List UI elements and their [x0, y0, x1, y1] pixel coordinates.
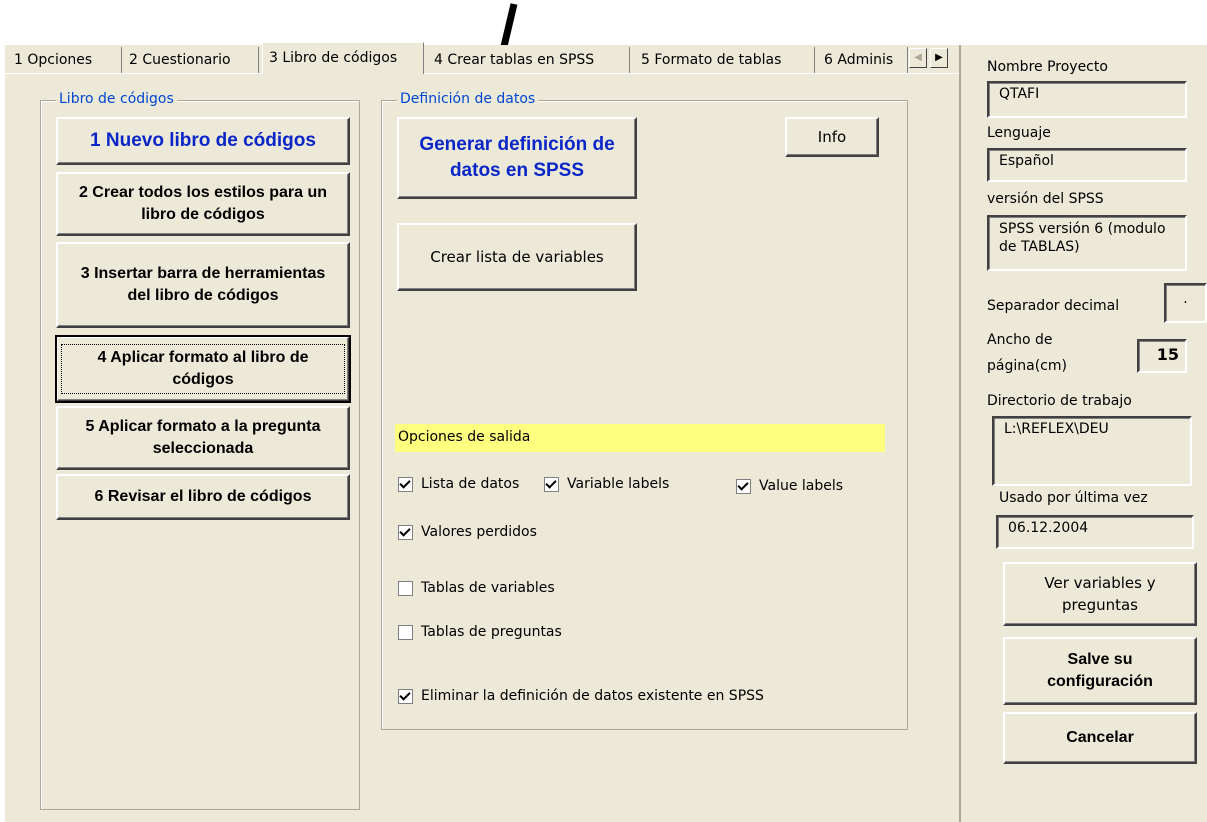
checkbox-label: Variable labels: [567, 476, 670, 492]
save-configuration-button[interactable]: Salve su configuración: [1003, 637, 1197, 705]
cancel-button[interactable]: Cancelar: [1003, 712, 1197, 764]
review-codebook-button[interactable]: 6 Revisar el libro de códigos: [56, 474, 350, 520]
last-used-label: Usado por última vez: [999, 490, 1148, 506]
tab-scroll-right-button[interactable]: ▶: [930, 48, 948, 68]
decimal-separator-label: Separador decimal: [987, 298, 1120, 314]
project-name-label: Nombre Proyecto: [987, 59, 1108, 75]
checkbox-box: [398, 624, 413, 640]
data-definition-legend: Definición de datos: [397, 91, 539, 107]
checkbox-label: Eliminar la definición de datos existent…: [421, 688, 764, 704]
variable-tables-checkbox[interactable]: Tablas de variables: [398, 580, 555, 596]
info-button[interactable]: Info: [785, 117, 879, 157]
apply-format-question-button[interactable]: 5 Aplicar formato a la pregunta seleccio…: [56, 406, 350, 470]
tab-crear-tablas[interactable]: 4 Crear tablas en SPSS: [428, 47, 630, 73]
checkbox-box: [398, 524, 413, 540]
checkbox-label: Tablas de preguntas: [421, 624, 562, 640]
apply-format-codebook-label: 4 Aplicar formato al libro de códigos: [61, 344, 345, 394]
insert-toolbar-button[interactable]: 3 Insertar barra de herramientas del lib…: [56, 242, 350, 328]
checkbox-box: [736, 478, 751, 494]
project-name-field[interactable]: QTAFI: [987, 81, 1187, 118]
last-used-field[interactable]: 06.12.2004: [996, 515, 1194, 549]
spss-version-field[interactable]: SPSS versión 6 (modulo de TABLAS): [987, 215, 1187, 271]
new-codebook-button[interactable]: 1 Nuevo libro de códigos: [56, 117, 350, 165]
checkbox-label: Tablas de variables: [421, 580, 555, 596]
tab-scroll-left-button[interactable]: ◀: [909, 48, 927, 68]
view-variables-questions-button[interactable]: Ver variables y preguntas: [1003, 562, 1197, 626]
tab-opciones[interactable]: 1 Opciones: [8, 47, 122, 73]
tab-libro-de-codigos[interactable]: 3 Libro de códigos: [262, 42, 424, 74]
question-tables-checkbox[interactable]: Tablas de preguntas: [398, 624, 562, 640]
tab-cuestionario[interactable]: 2 Cuestionario: [123, 47, 259, 73]
checkbox-box: [398, 580, 413, 596]
missing-values-checkbox[interactable]: Valores perdidos: [398, 524, 537, 540]
page-width-label-line2: página(cm): [987, 358, 1067, 374]
variable-labels-checkbox[interactable]: Variable labels: [544, 476, 669, 492]
create-variable-list-button[interactable]: Crear lista de variables: [397, 223, 637, 291]
page-width-field[interactable]: 15: [1137, 339, 1187, 373]
checkbox-label: Lista de datos: [421, 476, 520, 492]
create-styles-button[interactable]: 2 Crear todos los estilos para un libro …: [56, 172, 350, 236]
spss-version-label: versión del SPSS: [987, 191, 1104, 207]
tab-line: [5, 73, 959, 74]
checkbox-box: [398, 476, 413, 492]
codebook-group-legend: Libro de códigos: [56, 91, 177, 107]
apply-format-codebook-button[interactable]: 4 Aplicar formato al libro de códigos: [55, 335, 351, 403]
tab-formato-tablas[interactable]: 5 Formato de tablas: [635, 47, 815, 73]
working-directory-label: Directorio de trabajo: [987, 393, 1132, 409]
tab-adminis[interactable]: 6 Adminis: [818, 47, 908, 73]
checkbox-label: Value labels: [759, 478, 844, 494]
language-label: Lenguaje: [987, 125, 1051, 141]
checkbox-box: [398, 688, 413, 704]
checkbox-box: [544, 476, 559, 492]
generate-data-definition-button[interactable]: Generar definición de datos en SPSS: [397, 117, 637, 199]
language-field[interactable]: Español: [987, 148, 1187, 182]
working-directory-field[interactable]: L:\REFLEX\DEU: [992, 416, 1192, 486]
delete-existing-definition-checkbox[interactable]: Eliminar la definición de datos existent…: [398, 688, 764, 704]
decimal-separator-field[interactable]: .: [1164, 283, 1207, 323]
data-list-checkbox[interactable]: Lista de datos: [398, 476, 519, 492]
page-width-label-line1: Ancho de: [987, 332, 1053, 348]
checkbox-label: Valores perdidos: [421, 524, 537, 540]
output-options-header: Opciones de salida: [395, 424, 885, 452]
value-labels-checkbox[interactable]: Value labels: [736, 478, 843, 494]
